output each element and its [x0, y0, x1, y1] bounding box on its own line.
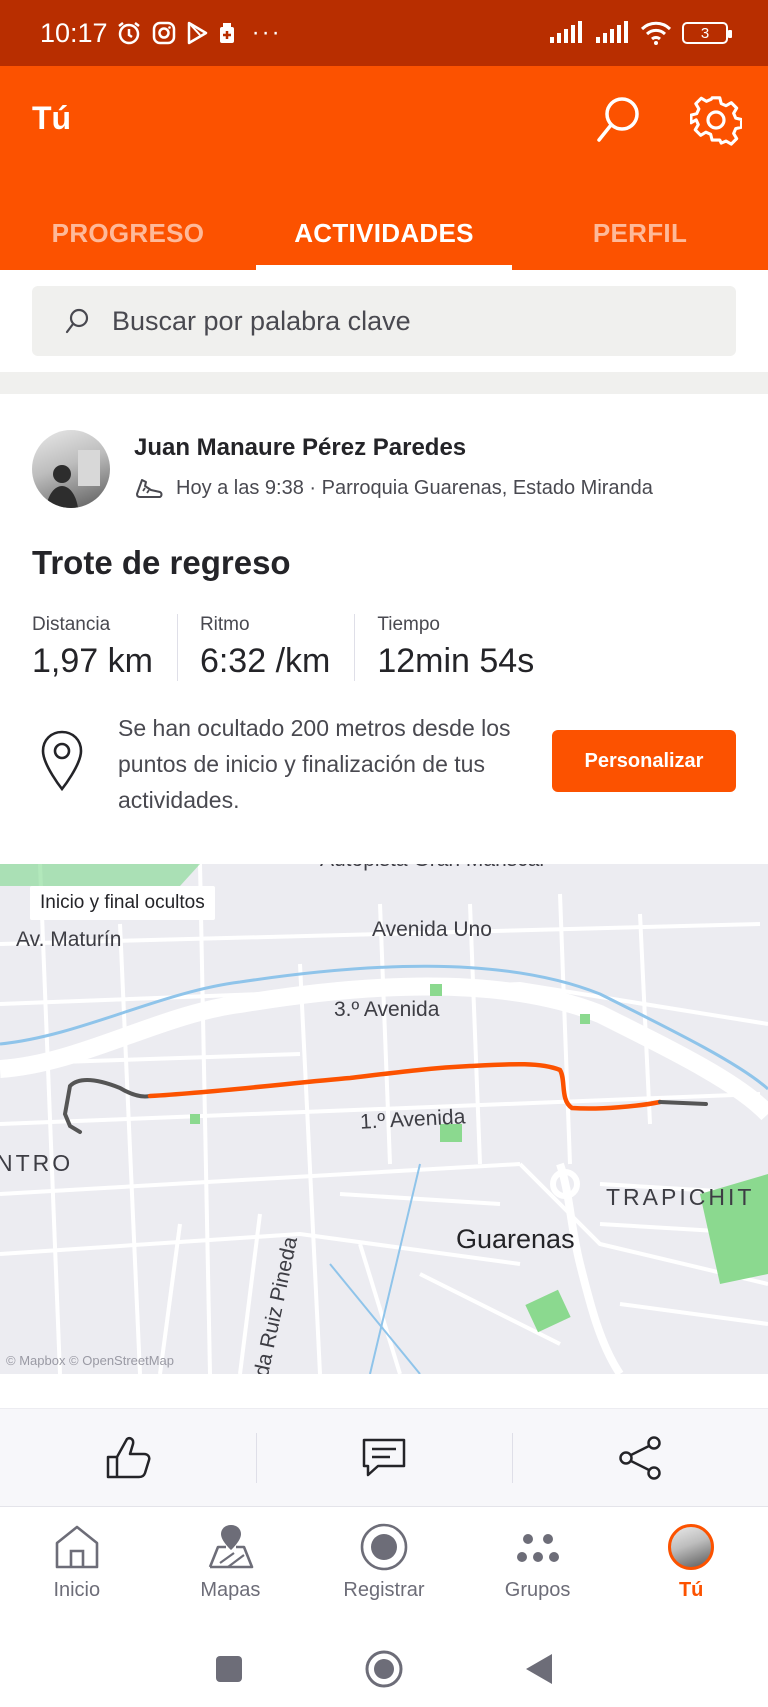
nav-label: Registrar	[343, 1579, 425, 1601]
nav-label: Tú	[678, 1579, 704, 1601]
privacy-notice: Se han ocultado 200 metros desde los pun…	[32, 710, 736, 826]
map-label-centro: NTRO	[0, 1150, 74, 1176]
comment-icon	[362, 1438, 406, 1477]
stat-label: Distancia	[32, 614, 111, 635]
avatar	[668, 1524, 715, 1570]
nav-label: Grupos	[504, 1579, 571, 1601]
play-store-icon	[187, 21, 207, 45]
thumbs-up-icon	[106, 1436, 151, 1479]
nav-label: Inicio	[53, 1579, 101, 1601]
map-label-guarenas: Guarenas	[456, 1224, 575, 1254]
battery-level: 3	[700, 24, 710, 42]
route-map[interactable]: Autopista Gran Mariscal Inicio y final o…	[0, 864, 768, 1374]
stat-label: Tiempo	[377, 614, 440, 635]
signal-icon-2	[596, 21, 628, 43]
athlete-name[interactable]: Juan Manaure Pérez Paredes	[134, 434, 466, 462]
app-bar: Tú PROGRESO ACTIVIDADES PERFIL	[0, 66, 768, 270]
recent-apps-icon[interactable]	[214, 1654, 244, 1684]
tab-bar: PROGRESO ACTIVIDADES PERFIL	[0, 196, 768, 270]
system-nav-bar	[0, 1630, 768, 1707]
map-label-avenida-uno: Avenida Uno	[372, 918, 492, 941]
nav-registrar[interactable]: Registrar	[307, 1507, 461, 1630]
map-label-autopista: Autopista Gran Mariscal	[320, 864, 544, 872]
hidden-route-end	[658, 1100, 708, 1106]
nav-tu[interactable]: Tú	[614, 1507, 768, 1630]
tab-progreso[interactable]: PROGRESO	[0, 196, 256, 270]
search-button[interactable]	[594, 94, 642, 146]
location-pin-icon	[41, 730, 83, 792]
map-icon	[209, 1525, 254, 1569]
nav-grupos[interactable]: Grupos	[461, 1507, 615, 1630]
avatar-photo	[46, 450, 100, 508]
home-icon	[55, 1525, 99, 1569]
share-icon	[619, 1436, 661, 1480]
status-time: 10:17	[40, 17, 108, 48]
gear-icon	[689, 96, 744, 146]
search-input[interactable]	[112, 305, 672, 337]
home-button-icon[interactable]	[364, 1649, 404, 1689]
stat-pace: Ritmo 6:32 /km	[199, 614, 356, 681]
search-icon	[65, 308, 89, 334]
activity-stats: Distancia 1,97 km Ritmo 6:32 /km Tiempo …	[32, 614, 580, 681]
stat-value: 12min 54s	[377, 642, 535, 680]
groups-icon	[516, 1534, 559, 1562]
activity-title[interactable]: Trote de regreso	[32, 544, 291, 582]
record-icon	[360, 1523, 408, 1571]
activity-card[interactable]: Juan Manaure Pérez Paredes Hoy a las 9:3…	[0, 394, 768, 1506]
activity-meta-text: Hoy a las 9:38 · Parroquia Guarenas, Est…	[176, 476, 653, 499]
avatar[interactable]	[32, 430, 110, 508]
battery-icon: 3	[682, 22, 732, 44]
search-box[interactable]	[32, 286, 736, 356]
privacy-text: Se han ocultado 200 metros desde los pun…	[118, 715, 511, 813]
settings-button[interactable]	[689, 94, 744, 146]
page-title: Tú	[32, 100, 72, 136]
stat-distance: Distancia 1,97 km	[32, 614, 178, 681]
tab-perfil[interactable]: PERFIL	[512, 196, 768, 270]
nav-label: Mapas	[200, 1579, 261, 1601]
bottom-nav: Inicio Mapas Registrar Grupos Tú	[0, 1506, 768, 1630]
notification-icons: ···	[116, 19, 282, 47]
map-label-maturin: Av. Maturín	[16, 928, 122, 951]
section-divider	[0, 372, 768, 394]
more-notifications-icon: ···	[251, 19, 282, 46]
comment-button[interactable]	[256, 1409, 512, 1507]
activity-meta: Hoy a las 9:38 · Parroquia Guarenas, Est…	[134, 474, 653, 502]
alarm-icon	[117, 22, 140, 45]
signal-icon	[550, 21, 582, 43]
search-icon	[597, 97, 639, 142]
search-section	[0, 270, 768, 372]
social-actions	[0, 1408, 768, 1506]
stat-label: Ritmo	[199, 614, 250, 635]
medical-icon	[219, 23, 234, 43]
share-button[interactable]	[512, 1409, 768, 1507]
stat-value: 1,97 km	[32, 642, 153, 680]
map-label-tercera-avenida: 3.º Avenida	[334, 998, 440, 1021]
hidden-endpoints-badge: Inicio y final ocultos	[30, 886, 215, 920]
stat-value: 6:32 /km	[199, 642, 331, 680]
customize-button[interactable]: Personalizar	[552, 730, 736, 792]
stat-time: Tiempo 12min 54s	[377, 614, 558, 681]
map-attribution[interactable]: © Mapbox © OpenStreetMap	[6, 1353, 174, 1368]
map-label-trapichito: TRAPICHIT	[606, 1184, 755, 1210]
instagram-icon	[152, 21, 175, 45]
tab-actividades[interactable]: ACTIVIDADES	[256, 196, 512, 270]
nav-mapas[interactable]: Mapas	[154, 1507, 308, 1630]
kudos-button[interactable]	[0, 1409, 256, 1507]
wifi-icon	[640, 21, 672, 45]
back-icon[interactable]	[524, 1652, 554, 1686]
status-bar: 10:17 ··· 3	[0, 0, 768, 66]
running-shoe-icon	[136, 479, 163, 498]
nav-inicio[interactable]: Inicio	[0, 1507, 154, 1630]
